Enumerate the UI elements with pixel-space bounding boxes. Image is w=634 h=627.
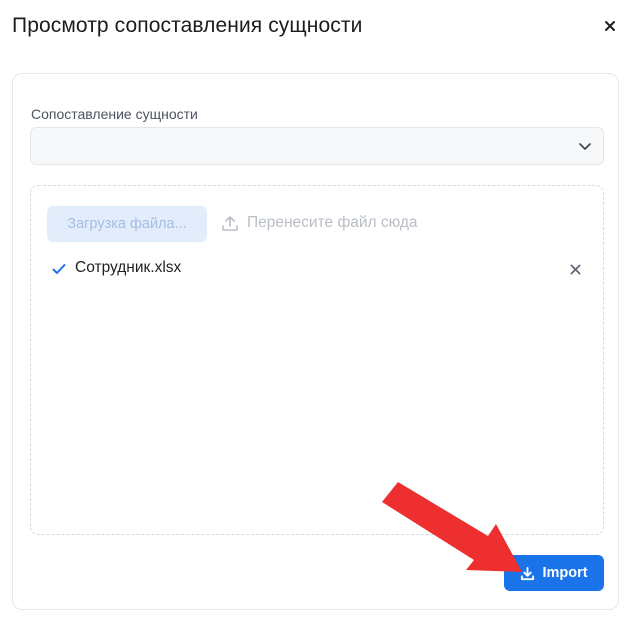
dialog-title: Просмотр сопоставления сущности [12,14,363,37]
entity-mapping-select[interactable] [30,127,604,165]
chevron-down-icon [579,143,591,150]
file-dropzone[interactable]: Загрузка файла... Перенесите файл сюда С… [30,185,604,535]
entity-mapping-label: Сопоставление сущности [31,106,198,122]
close-icon [605,21,615,31]
drop-hint-text: Перенесите файл сюда [247,214,418,231]
remove-file-button[interactable] [565,259,585,279]
check-icon [52,264,66,274]
drop-hint: Перенесите файл сюда [221,214,418,232]
file-list-item: Сотрудник.xlsx [47,257,587,281]
dialog-panel: Сопоставление сущности Загрузка файла...… [12,73,619,610]
import-button-label: Import [542,565,588,581]
close-icon [570,264,580,274]
upload-file-button[interactable]: Загрузка файла... [47,206,207,242]
import-dialog: Просмотр сопоставления сущности Сопостав… [0,0,634,627]
import-button[interactable]: Import [504,555,604,591]
close-dialog-button[interactable] [600,16,620,36]
download-icon [521,566,535,580]
file-name: Сотрудник.xlsx [75,259,182,276]
upload-icon [222,216,238,231]
